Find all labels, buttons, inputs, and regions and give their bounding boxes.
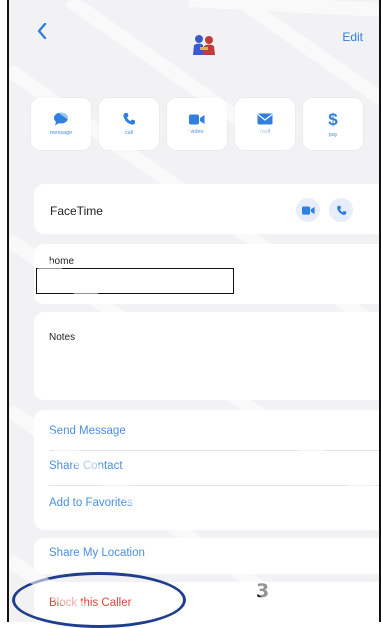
add-to-favorites-link[interactable]: Add to Favorites — [49, 497, 133, 509]
actions-list: Send Message Share Contact Add to Favori… — [34, 410, 379, 530]
people-icon — [193, 35, 215, 55]
contact-avatar — [189, 30, 219, 60]
mail-icon — [257, 113, 273, 125]
pay-label: pay — [328, 132, 338, 138]
home-label: home — [49, 256, 75, 267]
message-icon — [54, 112, 68, 126]
mail-label: mail — [259, 129, 271, 135]
action-buttons: message call video mail $ pay — [31, 98, 379, 150]
share-location-link[interactable]: Share My Location — [49, 547, 145, 559]
facetime-video-button[interactable] — [296, 198, 320, 222]
divider — [49, 485, 379, 486]
send-message-link[interactable]: Send Message — [49, 425, 126, 437]
facetime-audio-button[interactable] — [329, 198, 353, 222]
step-number: 3 — [256, 580, 270, 602]
edit-button[interactable]: Edit — [342, 30, 363, 44]
contact-header: Edit message call video mail $ pay — [9, 0, 379, 160]
mail-button[interactable]: mail — [235, 98, 295, 150]
notes-card[interactable]: Notes — [34, 312, 379, 400]
divider — [49, 450, 379, 451]
dollar-icon: $ — [328, 110, 338, 128]
video-label: video — [190, 128, 204, 135]
facetime-row: FaceTime — [34, 184, 379, 234]
pay-button[interactable]: $ pay — [303, 98, 363, 150]
video-icon — [189, 114, 205, 124]
phone-icon — [336, 205, 346, 215]
message-label: message — [49, 130, 73, 136]
phone-icon — [123, 113, 135, 125]
notes-label: Notes — [49, 332, 76, 343]
back-button[interactable] — [29, 18, 55, 44]
share-location-card: Share My Location — [34, 538, 379, 574]
call-label: call — [124, 130, 134, 136]
home-value-field[interactable] — [36, 268, 234, 294]
call-button[interactable]: call — [99, 98, 159, 150]
facetime-label: FaceTime — [50, 204, 103, 218]
chevron-left-icon — [37, 23, 47, 39]
message-button[interactable]: message — [31, 98, 91, 150]
share-contact-link[interactable]: Share Contact — [49, 460, 123, 472]
svg-text:$: $ — [328, 110, 338, 128]
video-icon — [301, 205, 315, 215]
highlight-ellipse — [12, 572, 186, 628]
video-button[interactable]: video — [167, 98, 227, 150]
contact-screen: Edit message call video mail $ pay FaceT… — [7, 0, 381, 622]
